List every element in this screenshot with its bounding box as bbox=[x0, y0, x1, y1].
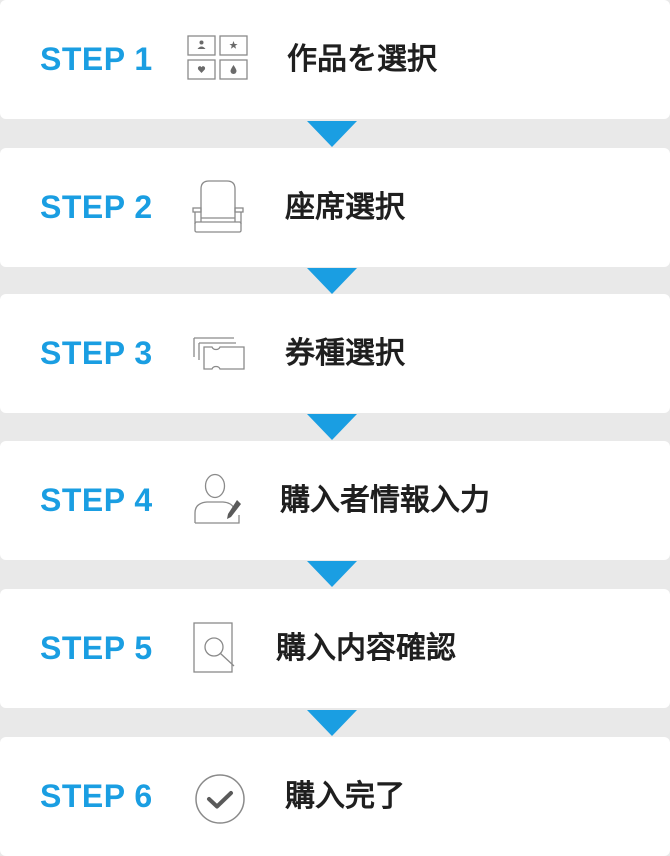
step-4: STEP 4 購入者情報入力 bbox=[0, 441, 670, 560]
step-6: STEP 6 購入完了 bbox=[0, 737, 670, 856]
step-arrow-2 bbox=[307, 268, 357, 294]
step-arrow-4 bbox=[307, 561, 357, 587]
step-2: STEP 2 座席選択 bbox=[0, 148, 670, 267]
step-5-label: STEP 5 bbox=[40, 630, 153, 666]
step-2-title: 座席選択 bbox=[285, 190, 405, 225]
step-1-label: STEP 1 bbox=[40, 41, 153, 77]
step-2-label: STEP 2 bbox=[40, 189, 153, 225]
step-3-title: 券種選択 bbox=[285, 336, 405, 371]
document-search-icon bbox=[192, 621, 240, 675]
step-5-title: 購入内容確認 bbox=[276, 631, 456, 666]
step-6-title: 購入完了 bbox=[285, 779, 405, 814]
step-4-label: STEP 4 bbox=[40, 482, 153, 518]
user-edit-icon bbox=[193, 473, 243, 527]
step-5: STEP 5 購入内容確認 bbox=[0, 589, 670, 708]
movie-grid-icon bbox=[187, 35, 249, 81]
step-arrow-1 bbox=[307, 121, 357, 147]
check-circle-icon bbox=[193, 772, 247, 826]
step-4-title: 購入者情報入力 bbox=[280, 483, 490, 518]
step-3: STEP 3 券種選択 bbox=[0, 294, 670, 413]
step-arrow-3 bbox=[307, 414, 357, 440]
step-arrow-5 bbox=[307, 710, 357, 736]
step-6-label: STEP 6 bbox=[40, 778, 153, 814]
step-1: STEP 1 作品を選択 bbox=[0, 0, 670, 119]
ticket-icon bbox=[192, 335, 246, 375]
step-3-label: STEP 3 bbox=[40, 335, 153, 371]
step-1-title: 作品を選択 bbox=[287, 42, 437, 77]
seat-icon bbox=[191, 180, 245, 236]
